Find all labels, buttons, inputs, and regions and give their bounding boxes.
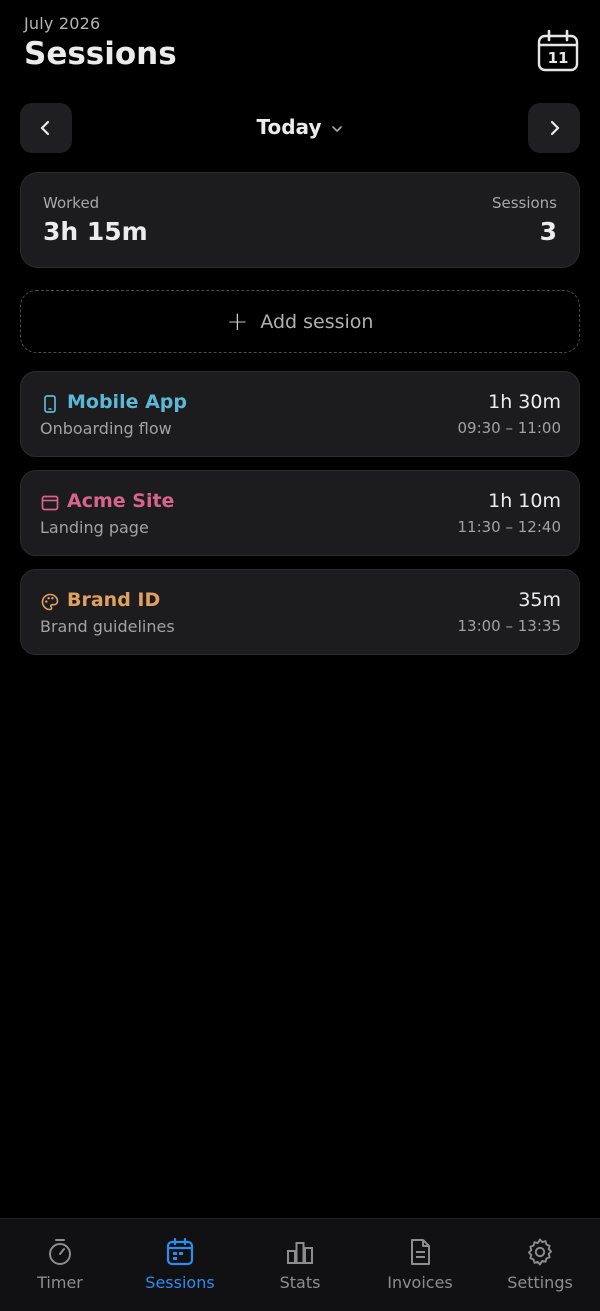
next-period-button[interactable] xyxy=(528,103,580,153)
session-card[interactable]: Acme Site Landing page 1h 10m 11:30 – 12… xyxy=(20,470,580,556)
tab-sessions[interactable]: Sessions xyxy=(120,1219,240,1311)
page-header: July 2026 Sessions 11 xyxy=(24,14,580,84)
session-time-range: 13:00 – 13:35 xyxy=(457,617,562,635)
tab-stats-label: Stats xyxy=(279,1273,321,1292)
session-task: Landing page xyxy=(40,518,149,537)
session-duration: 1h 10m xyxy=(488,490,561,512)
chevron-right-icon xyxy=(550,120,560,136)
summary-card: Worked 3h 15m Sessions 3 xyxy=(20,172,580,268)
session-card[interactable]: Mobile App Onboarding flow 1h 30m 09:30 … xyxy=(20,371,580,457)
session-time-range: 11:30 – 12:40 xyxy=(457,518,562,536)
sessions-count-label: Sessions xyxy=(491,194,557,212)
palette-icon xyxy=(41,593,59,611)
add-session-label: Add session xyxy=(260,310,374,333)
bar-chart-icon xyxy=(287,1242,313,1264)
session-time-range: 09:30 – 11:00 xyxy=(457,419,562,437)
session-project: Mobile App xyxy=(67,391,187,413)
sessions-count-value: 3 xyxy=(539,217,557,246)
tab-timer-label: Timer xyxy=(37,1273,83,1292)
calendar-day-number: 11 xyxy=(547,49,569,67)
session-duration: 35m xyxy=(518,589,561,611)
chevron-down-icon xyxy=(332,125,343,132)
worked-label: Worked xyxy=(43,194,100,212)
plus-icon: + xyxy=(226,306,249,337)
bottom-tab-bar: Timer Sessions Stats Invoices Settings xyxy=(0,1218,600,1311)
session-card[interactable]: Brand ID Brand guidelines 35m 13:00 – 13… xyxy=(20,569,580,655)
calendar-button[interactable]: 11 xyxy=(536,29,580,73)
tab-timer[interactable]: Timer xyxy=(0,1219,120,1311)
worked-value: 3h 15m xyxy=(43,217,148,246)
tab-invoices[interactable]: Invoices xyxy=(360,1219,480,1311)
tab-settings[interactable]: Settings xyxy=(480,1219,600,1311)
calendar-icon xyxy=(166,1237,194,1266)
session-task: Onboarding flow xyxy=(40,419,172,438)
tab-invoices-label: Invoices xyxy=(387,1273,453,1292)
period-navigation: Today xyxy=(20,103,580,153)
gear-icon xyxy=(527,1238,553,1266)
session-duration: 1h 30m xyxy=(488,391,561,413)
period-label: Today xyxy=(256,115,322,139)
session-task: Brand guidelines xyxy=(40,617,175,636)
phone-icon xyxy=(44,395,56,413)
tab-settings-label: Settings xyxy=(507,1273,573,1292)
tab-sessions-label: Sessions xyxy=(145,1273,215,1292)
stopwatch-icon xyxy=(49,1239,71,1265)
session-project: Acme Site xyxy=(67,490,175,512)
page-title: Sessions xyxy=(24,36,177,72)
current-month: July 2026 xyxy=(24,14,101,33)
document-icon xyxy=(411,1239,430,1265)
add-session-button[interactable]: + Add session xyxy=(20,290,580,353)
period-selector[interactable]: Today xyxy=(20,115,580,139)
session-project: Brand ID xyxy=(67,589,161,611)
tab-stats[interactable]: Stats xyxy=(240,1219,360,1311)
browser-window-icon xyxy=(41,495,59,511)
